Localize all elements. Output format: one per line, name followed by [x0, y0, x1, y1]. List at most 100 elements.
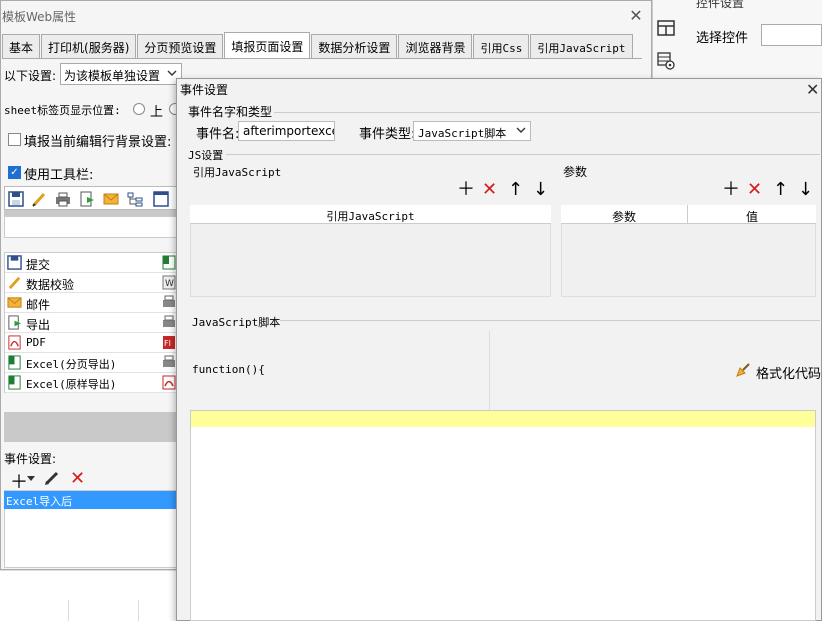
js-settings-label: JS设置 — [188, 149, 224, 162]
tab-divider — [2, 58, 642, 59]
list-item[interactable]: 邮件 — [5, 293, 179, 313]
highlight-row-label: 填报当前编辑行背景设置: — [24, 135, 172, 150]
print-icon[interactable] — [55, 191, 71, 207]
list-item-label: PDF — [26, 336, 46, 349]
use-toolbar-checkbox[interactable]: ✓ — [8, 166, 21, 179]
delete-event-button[interactable]: ✕ — [70, 468, 85, 489]
chevron-down-icon — [516, 127, 526, 133]
mail-icon — [7, 297, 22, 308]
script-editor[interactable] — [190, 410, 816, 621]
chevron-down-icon[interactable] — [27, 476, 35, 481]
select-control-label: 选择控件 — [696, 31, 749, 46]
tab-ref-css[interactable]: 引用Css — [473, 34, 530, 58]
group-divider — [280, 320, 820, 321]
event-list-item[interactable]: Excel导入后 — [4, 491, 176, 509]
sheet-position-top-label: 上 — [150, 105, 164, 120]
grid-line — [68, 600, 69, 621]
list-item-label: 提交 — [26, 258, 51, 272]
settings-scope-label: 以下设置: — [4, 69, 57, 83]
svg-text:Fl: Fl — [164, 339, 171, 348]
button-list-footer — [4, 412, 178, 442]
delete-ref-js-button[interactable]: ✕ — [482, 181, 497, 199]
group-divider — [274, 112, 820, 113]
list-item[interactable]: 数据校验 W — [5, 273, 179, 293]
settings-scope-select[interactable]: 为该模板单独设置 — [60, 63, 182, 85]
background-sheet-grid — [0, 570, 180, 621]
edit-check-icon[interactable] — [31, 191, 47, 207]
move-down-param-button[interactable]: ↓ — [798, 181, 813, 199]
tab-printer-server[interactable]: 打印机(服务器) — [41, 34, 137, 58]
sheet-position-top-radio[interactable] — [133, 103, 145, 115]
tab-browser-background[interactable]: 浏览器背景 — [398, 34, 473, 58]
list-item-label: Excel(分页导出) — [26, 358, 117, 371]
dialog-title: 事件设置 — [180, 83, 229, 97]
group-name-type-label: 事件名字和类型 — [188, 105, 273, 119]
list-item-label: Excel(原样导出) — [26, 378, 117, 391]
print-icon — [163, 315, 175, 327]
svg-text:W: W — [165, 279, 174, 289]
event-type-select[interactable]: JavaScript脚本 — [413, 121, 531, 141]
tab-fill-page-settings[interactable]: 填报页面设置 — [224, 32, 311, 58]
ref-js-column-header: 引用JavaScript — [190, 205, 551, 224]
edit-event-icon[interactable] — [44, 470, 60, 486]
broom-icon[interactable] — [735, 362, 751, 378]
excel-icon — [8, 375, 21, 390]
window-title: 模板Web属性 — [2, 10, 77, 24]
export-icon[interactable] — [79, 191, 95, 207]
move-down-ref-js-button[interactable]: ↓ — [533, 181, 548, 199]
params-label: 参数 — [563, 165, 588, 179]
tab-basic[interactable]: 基本 — [2, 34, 41, 58]
list-item[interactable]: 导出 — [5, 313, 179, 333]
settings-grid-icon[interactable] — [657, 52, 675, 70]
list-item[interactable]: PDF Fl — [5, 333, 179, 353]
word-icon: W — [162, 275, 176, 290]
list-item-label: 邮件 — [26, 298, 51, 312]
move-up-param-button[interactable]: ↑ — [773, 181, 788, 199]
event-type-label: 事件类型: — [359, 127, 416, 142]
flash-icon: Fl — [163, 336, 175, 349]
close-icon[interactable]: ✕ — [806, 80, 819, 99]
toolbar-preview — [4, 186, 178, 210]
pdf-icon — [8, 335, 21, 350]
toolbar-empty-row — [4, 216, 178, 238]
add-ref-js-button[interactable]: ＋ — [457, 181, 475, 199]
tab-bar: 基本 打印机(服务器) 分页预览设置 填报页面设置 数据分析设置 浏览器背景 引… — [2, 32, 634, 59]
mail-icon[interactable] — [103, 191, 119, 207]
tab-data-analysis[interactable]: 数据分析设置 — [311, 34, 398, 58]
list-item[interactable]: Excel(原样导出) — [5, 373, 179, 393]
control-settings-title: 控件设置 — [696, 0, 745, 10]
close-icon[interactable]: ✕ — [627, 6, 645, 25]
editor-current-line — [191, 411, 815, 427]
js-script-label: JavaScript脚本 — [192, 316, 281, 329]
delete-param-button[interactable]: ✕ — [747, 181, 762, 199]
save-icon[interactable] — [8, 191, 24, 207]
ref-js-label: 引用JavaScript — [193, 166, 282, 179]
list-item[interactable]: 提交 — [5, 253, 179, 273]
tab-ref-javascript[interactable]: 引用JavaScript — [530, 34, 633, 58]
event-settings-label: 事件设置: — [4, 452, 57, 466]
list-item[interactable]: Excel(分页导出) — [5, 353, 179, 373]
select-control-input[interactable] — [761, 24, 822, 46]
use-toolbar-label: 使用工具栏: — [24, 168, 94, 183]
highlight-row-checkbox[interactable] — [8, 133, 21, 146]
add-param-button[interactable]: ＋ — [722, 181, 740, 199]
event-name-input[interactable]: afterimportexcel — [238, 121, 335, 141]
print-icon — [163, 355, 175, 367]
param-name-column-header: 参数 — [561, 205, 688, 224]
format-code-button[interactable]: 格式化代码 — [756, 363, 821, 382]
layout-icon[interactable] — [657, 20, 675, 36]
print-icon — [163, 295, 175, 307]
group-divider — [226, 154, 820, 155]
export-icon — [8, 315, 22, 330]
list-item-label: 导出 — [26, 318, 51, 332]
tree-icon[interactable] — [127, 191, 143, 207]
move-up-ref-js-button[interactable]: ↑ — [508, 181, 523, 199]
excel-icon — [8, 355, 21, 370]
tab-page-preview[interactable]: 分页预览设置 — [137, 34, 224, 58]
toolbar-button-list: 提交 数据校验 W 邮件 导出 PDF Fl Excel(分页导出) Excel… — [4, 252, 179, 393]
function-header-text: function(){ — [192, 363, 265, 376]
window-icon[interactable] — [153, 191, 169, 207]
param-value-column-header: 值 — [688, 205, 816, 224]
pdf-icon — [162, 375, 176, 390]
list-item-label: 数据校验 — [26, 278, 75, 292]
